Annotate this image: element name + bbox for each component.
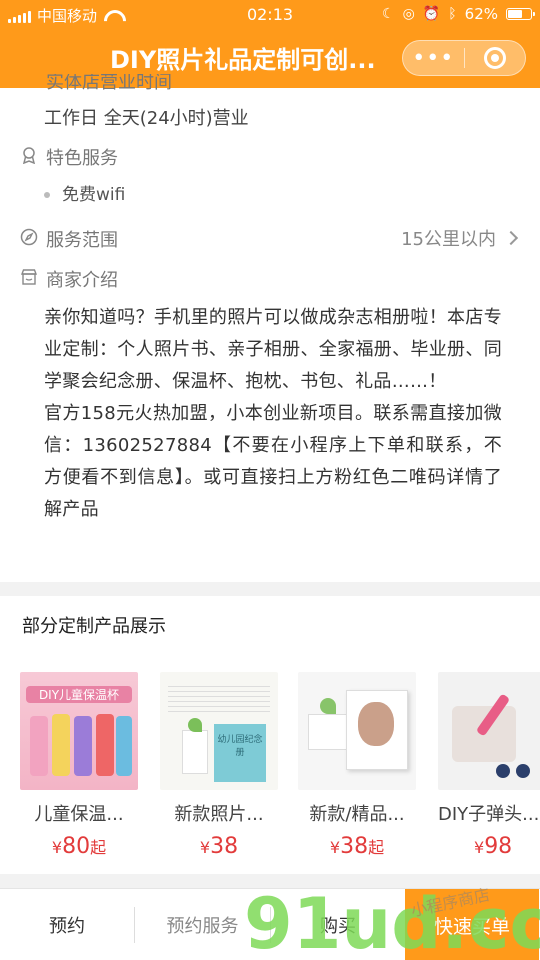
product-card[interactable]: DIY子弹头... ¥98 [438, 672, 540, 859]
product-price: ¥98 [474, 834, 513, 859]
product-name: DIY子弹头... [438, 804, 540, 825]
product-price: ¥80起 [51, 834, 107, 859]
miniprogram-capsule: ••• [402, 40, 526, 76]
product-price: ¥38起 [329, 834, 385, 859]
compass-icon [20, 228, 38, 246]
status-bar: 中国移动 02:13 ☾ ◎ ⏰ ᛒ 62% [0, 0, 540, 28]
service-range-row[interactable]: 15公里以内 [401, 225, 519, 251]
merchant-intro-text: 亲你知道吗？手机里的照片可以做成杂志相册啦！本店专业定制：个人照片书、亲子相册、… [44, 307, 502, 520]
product-thumbnail: DIY儿童保温杯 [20, 672, 138, 790]
product-name: 新款/精品... [309, 804, 405, 825]
close-icon [483, 47, 506, 69]
close-button[interactable] [464, 47, 525, 69]
bullet-dot [44, 192, 50, 198]
moon-icon: ☾ [382, 6, 395, 22]
product-name: 新款照片... [174, 804, 264, 825]
store-icon [20, 269, 38, 285]
merchant-intro-label: 商家介绍 [46, 270, 118, 291]
product-thumbnail: 幼儿园纪念册 [160, 672, 278, 790]
features-label: 特色服务 [46, 148, 118, 169]
battery-percent: 62% [464, 5, 498, 23]
bottom-action-bar: 预约 预约服务 购买 快速买单 [0, 888, 540, 960]
product-thumbnail [438, 672, 540, 790]
buy-button[interactable]: 购买 [271, 889, 405, 960]
quick-buy-button[interactable]: 快速买单 [405, 889, 539, 960]
service-range-label: 服务范围 [46, 230, 118, 251]
product-card[interactable]: 新款/精品... ¥38起 [298, 672, 416, 859]
product-card[interactable]: 幼儿园纪念册 新款照片... ¥38 [160, 672, 278, 859]
hours-label: 实体店营业时间 [46, 74, 172, 90]
product-name: 儿童保温... [34, 804, 124, 825]
business-hours-value: 工作日 全天(24小时)营业 [44, 108, 249, 129]
product-card[interactable]: DIY儿童保温杯 儿童保温... ¥80起 [20, 672, 138, 859]
products-section: 部分定制产品展示 DIY儿童保温杯 儿童保温... ¥80起 幼儿园纪念册 新款… [0, 596, 540, 874]
products-title: 部分定制产品展示 [22, 616, 166, 637]
reserve-service-button[interactable]: 预约服务 [135, 889, 270, 960]
product-thumbnail [298, 672, 416, 790]
store-info-card: 实体店营业时间 工作日 全天(24小时)营业 特色服务 免费wifi 服务范围 … [0, 74, 540, 582]
reserve-button[interactable]: 预约 [0, 889, 134, 960]
feature-item: 免费wifi [44, 180, 125, 205]
product-price: ¥38 [199, 834, 239, 859]
feature-text: 免费wifi [62, 185, 126, 205]
bluetooth-icon: ᛒ [448, 6, 457, 22]
lock-rotation-icon: ◎ [402, 6, 415, 22]
more-button[interactable]: ••• [403, 46, 464, 71]
thumb-caption: DIY儿童保温杯 [26, 686, 132, 703]
chevron-right-icon [503, 230, 519, 246]
service-range-value: 15公里以内 [401, 229, 496, 250]
award-icon [22, 147, 36, 164]
page-title: DIY照片礼品定制可创... [110, 46, 376, 74]
battery-icon [506, 8, 535, 20]
thumb-caption: 幼儿园纪念册 [217, 735, 263, 758]
alarm-icon: ⏰ [422, 6, 441, 22]
products-carousel[interactable]: DIY儿童保温杯 儿童保温... ¥80起 幼儿园纪念册 新款照片... ¥38 [0, 672, 540, 862]
